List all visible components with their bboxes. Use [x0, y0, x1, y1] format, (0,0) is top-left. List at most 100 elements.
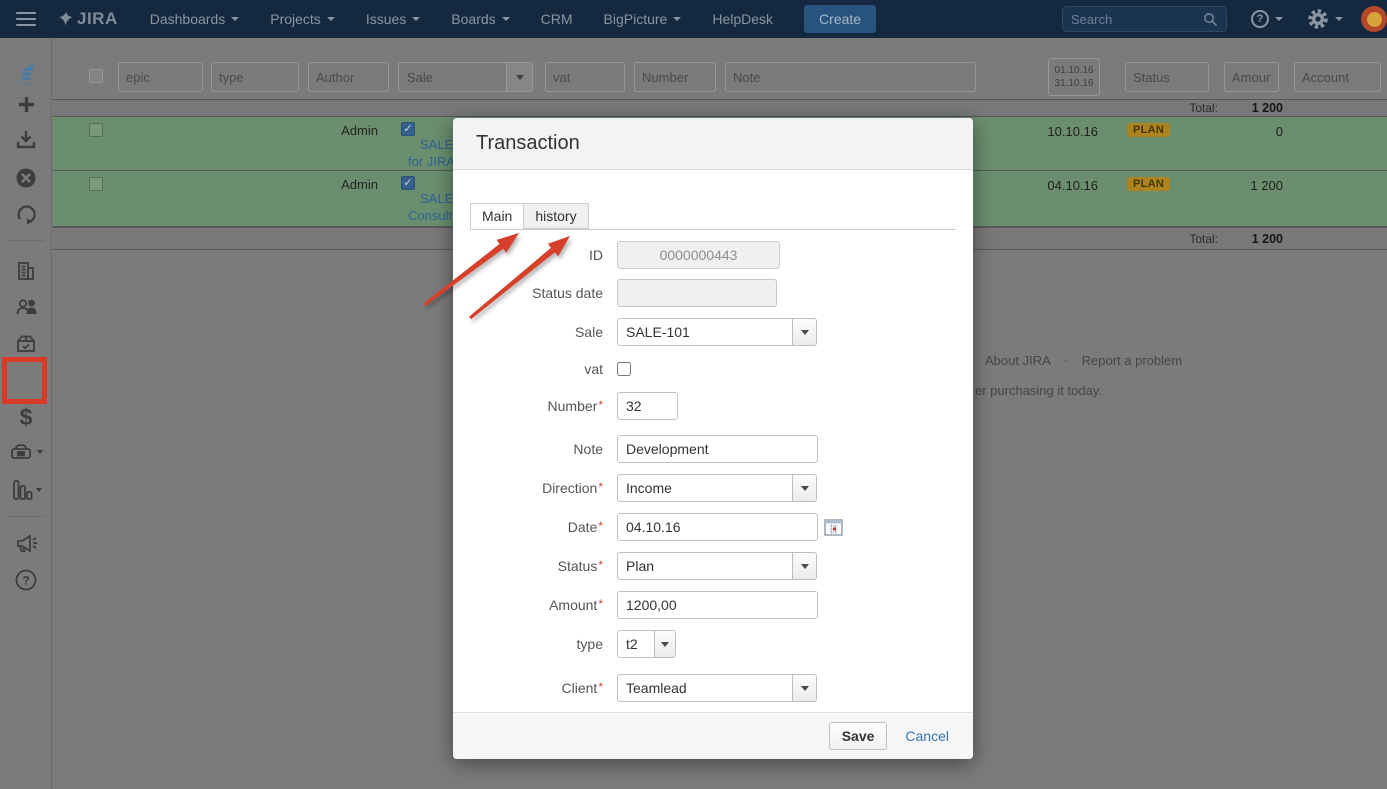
calendar-icon	[824, 518, 843, 536]
status-badge: PLAN	[1127, 123, 1170, 137]
status-field[interactable]	[617, 552, 793, 580]
vat-checked-checkbox[interactable]: ✓	[401, 176, 415, 190]
import-icon[interactable]	[0, 125, 52, 155]
filter-vat-input[interactable]	[545, 62, 625, 92]
filter-amount-input[interactable]	[1224, 62, 1279, 92]
required-marker: *	[598, 597, 603, 611]
total-value: 1 200	[1203, 232, 1283, 246]
sidebar-divider	[8, 516, 44, 517]
nav-menu: Dashboards Projects Issues Boards CRM Bi…	[150, 11, 804, 27]
search-icon[interactable]	[1203, 12, 1218, 27]
svg-text:?: ?	[22, 574, 29, 588]
note-field[interactable]	[617, 435, 818, 463]
id-field	[617, 241, 780, 269]
search-input[interactable]	[1071, 12, 1203, 27]
direction-field[interactable]	[617, 474, 793, 502]
announcements-icon[interactable]	[0, 528, 52, 558]
sale-field[interactable]	[617, 318, 793, 346]
chevron-down-icon	[37, 450, 43, 454]
tab-history[interactable]: history	[523, 203, 588, 229]
chevron-down-icon	[673, 17, 681, 21]
id-label: ID	[453, 247, 603, 263]
avatar-face	[1367, 12, 1382, 27]
chevron-down-icon	[412, 17, 420, 21]
cancel-link[interactable]: Cancel	[905, 728, 949, 744]
filter-author-input[interactable]	[308, 62, 389, 92]
sale-label: Sale	[453, 324, 603, 340]
sale-dropdown-button[interactable]	[792, 318, 817, 346]
select-all-checkbox[interactable]	[89, 69, 103, 83]
dialog-footer: Save Cancel	[453, 712, 973, 759]
create-button[interactable]: Create	[804, 5, 876, 33]
filter-sale-select[interactable]: Sale	[398, 62, 533, 92]
filter-epic-input[interactable]	[118, 62, 203, 92]
finance-icon[interactable]: $	[0, 402, 52, 432]
redo-icon[interactable]	[0, 200, 52, 230]
nav-bigpicture[interactable]: BigPicture	[604, 11, 682, 27]
crm-logo-icon[interactable]	[0, 56, 52, 92]
required-marker: *	[598, 480, 603, 494]
products-icon[interactable]	[0, 329, 52, 359]
direction-label: Direction	[542, 480, 597, 496]
amount-label: Amount	[549, 597, 597, 613]
top-navigation-bar: JIRA Dashboards Projects Issues Boards C…	[0, 0, 1387, 38]
brand-text: JIRA	[77, 9, 118, 29]
vat-checkbox[interactable]	[617, 362, 631, 376]
status-dropdown-button[interactable]	[792, 552, 817, 580]
note-label: Note	[453, 441, 603, 457]
type-field[interactable]	[617, 630, 655, 658]
save-button[interactable]: Save	[829, 722, 888, 750]
filter-date-range-button[interactable]: 01.10.16 31.10.16	[1048, 58, 1100, 96]
settings-menu[interactable]	[1307, 8, 1343, 30]
reports-icon[interactable]	[0, 474, 52, 506]
contacts-icon[interactable]	[0, 292, 52, 322]
filter-number-input[interactable]	[634, 62, 716, 92]
row-checkbox[interactable]	[89, 123, 103, 137]
vat-checked-checkbox[interactable]: ✓	[401, 122, 415, 136]
number-field[interactable]	[617, 392, 678, 420]
dialog-title: Transaction	[476, 132, 580, 155]
chevron-down-icon	[502, 17, 510, 21]
row-author: Admin	[278, 123, 378, 138]
client-label: Client	[562, 680, 598, 696]
amount-field[interactable]	[617, 591, 818, 619]
report-problem-link[interactable]: Report a problem	[1082, 353, 1182, 368]
nav-projects[interactable]: Projects	[270, 11, 335, 27]
filter-account-input[interactable]	[1294, 62, 1381, 92]
total-value: 1 200	[1203, 101, 1283, 115]
jira-logo[interactable]: JIRA	[58, 9, 118, 29]
type-dropdown-button[interactable]	[654, 630, 676, 658]
client-field[interactable]	[617, 674, 793, 702]
help-menu[interactable]: ?	[1251, 10, 1283, 28]
dropdown-arrow-icon	[801, 686, 809, 691]
dropdown-arrow-icon	[661, 642, 669, 647]
direction-dropdown-button[interactable]	[792, 474, 817, 502]
nav-dashboards[interactable]: Dashboards	[150, 11, 240, 27]
hamburger-menu-icon[interactable]	[16, 12, 36, 26]
about-jira-link[interactable]: About JIRA	[985, 353, 1050, 368]
sidebar-help-icon[interactable]: ?	[0, 565, 52, 595]
calendar-picker-button[interactable]	[824, 518, 843, 536]
filter-type-input[interactable]	[211, 62, 299, 92]
nav-boards[interactable]: Boards	[451, 11, 509, 27]
nav-helpdesk[interactable]: HelpDesk	[712, 11, 773, 27]
table-total-row-top: Total: 1 200	[53, 100, 1387, 117]
dropdown-arrow-icon	[801, 564, 809, 569]
tab-main[interactable]: Main	[470, 203, 524, 229]
date-field[interactable]	[617, 513, 818, 541]
nav-issues[interactable]: Issues	[366, 11, 420, 27]
cancel-icon[interactable]	[0, 163, 52, 193]
client-dropdown-button[interactable]	[792, 674, 817, 702]
add-icon[interactable]	[0, 90, 52, 118]
companies-icon[interactable]	[0, 256, 52, 286]
filter-note-input[interactable]	[725, 62, 976, 92]
date-label: Date	[568, 519, 598, 535]
search-box	[1062, 6, 1227, 32]
deals-icon[interactable]	[0, 437, 52, 467]
nav-crm[interactable]: CRM	[541, 11, 573, 27]
chevron-down-icon	[231, 17, 239, 21]
filter-status-input[interactable]	[1125, 62, 1209, 92]
user-avatar[interactable]	[1361, 6, 1387, 32]
status-label: Status	[558, 558, 598, 574]
row-checkbox[interactable]	[89, 177, 103, 191]
